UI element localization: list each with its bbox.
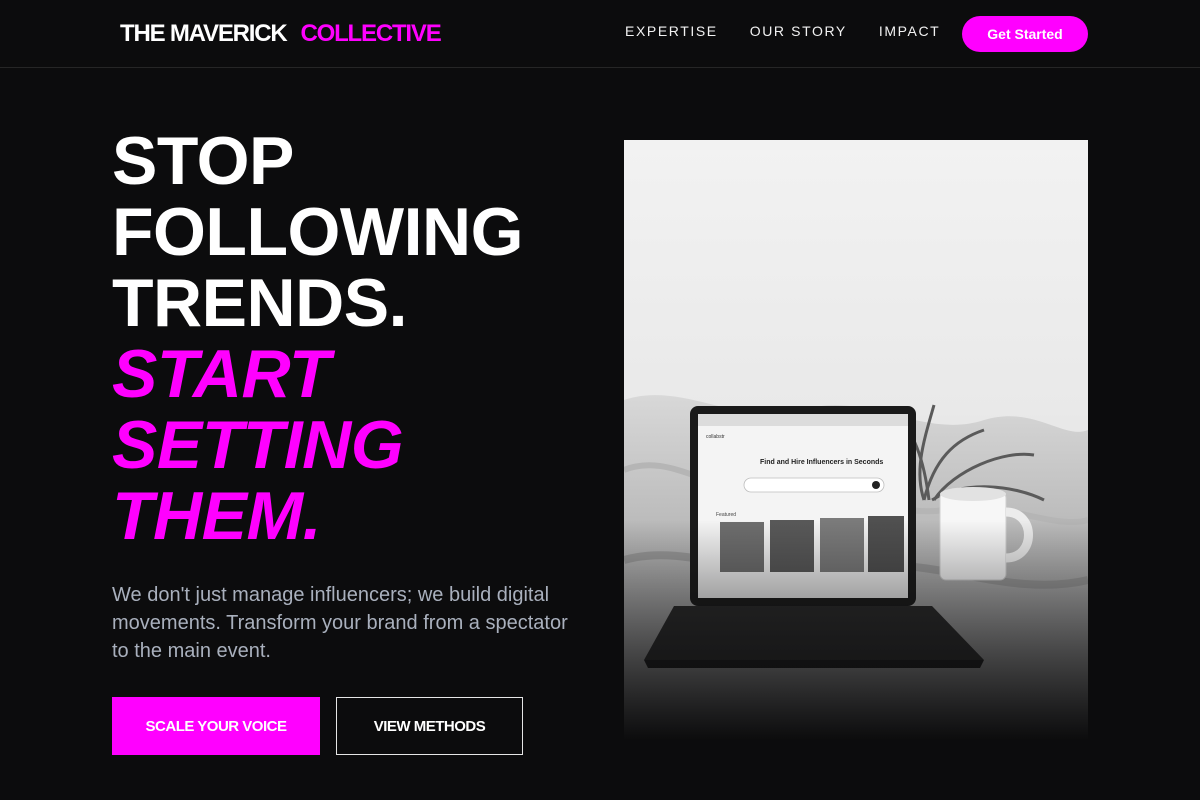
main-nav: EXPERTISE OUR STORY IMPACT: [625, 23, 972, 39]
screen-heading: Find and Hire Influencers in Seconds: [760, 459, 883, 466]
nav-link-impact[interactable]: IMPACT: [879, 23, 940, 39]
nav-link-our-story[interactable]: OUR STORY: [750, 23, 847, 39]
site-header: THE MAVERICK COLLECTIVE EXPERTISE OUR STO…: [0, 0, 1200, 68]
headline-line: TRENDS.: [112, 265, 407, 341]
headline-accent-line: SETTING: [112, 407, 404, 483]
view-methods-button[interactable]: VIEW METHODS: [336, 697, 523, 755]
hero-headline: STOP FOLLOWING TRENDS. START SETTING THE…: [112, 126, 523, 552]
headline-accent-line: START: [112, 336, 330, 412]
brand-name-accent: COLLECTIVE: [300, 20, 442, 47]
screen-logo: collabstr: [706, 434, 725, 440]
hero-laptop-photo: collabstr Find and Hire Influencers in S…: [624, 140, 1088, 740]
headline-line: STOP: [112, 123, 294, 199]
headline-line: FOLLOWING: [112, 194, 523, 270]
get-started-button[interactable]: Get Started: [962, 16, 1088, 52]
brand-name: THE MAVERICK: [120, 20, 288, 47]
scale-your-voice-button[interactable]: SCALE YOUR VOICE: [112, 697, 320, 755]
screen-section-label: Featured: [716, 512, 736, 518]
headline-accent-line: THEM.: [112, 478, 322, 554]
hero-subtitle: We don't just manage influencers; we bui…: [112, 584, 568, 662]
nav-link-expertise[interactable]: EXPERTISE: [625, 23, 718, 39]
brand-logo[interactable]: THE MAVERICK COLLECTIVE: [120, 20, 442, 48]
